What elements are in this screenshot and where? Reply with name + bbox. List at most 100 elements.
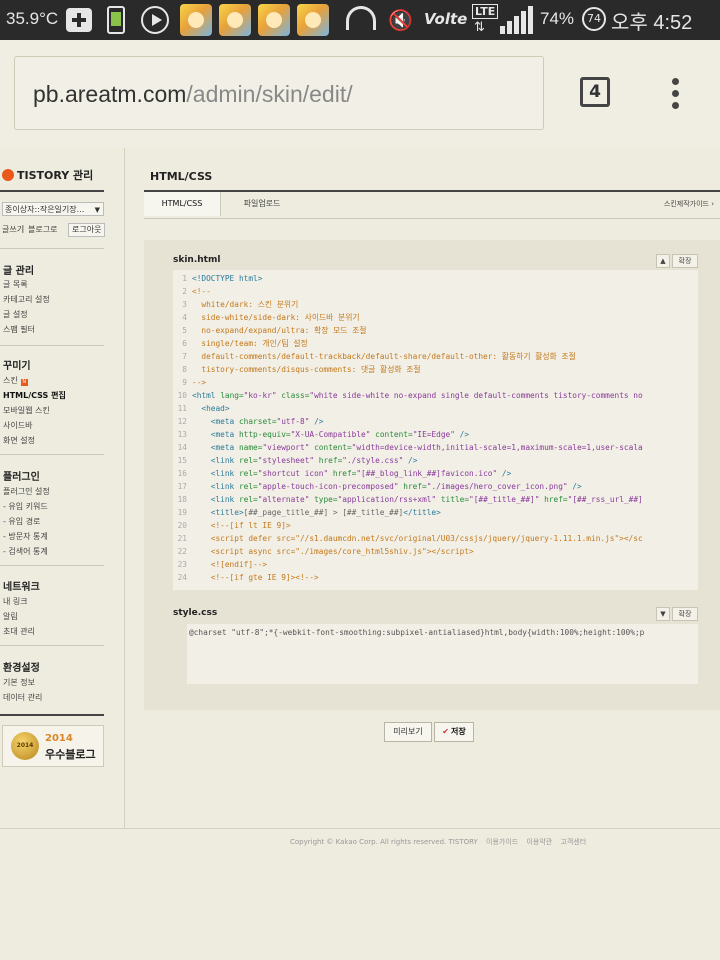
logout-button[interactable]: 로그아웃: [68, 223, 106, 237]
tistory-logo-icon: [2, 169, 14, 181]
code-line: 7 default-comments/default-trackback/def…: [182, 352, 576, 361]
blog-select-value: 종이상자::작은일기장...: [5, 205, 85, 214]
volte-text: Volte: [424, 10, 468, 28]
award-year: 2014: [45, 733, 73, 744]
nav-skin-label: 스킨: [3, 376, 18, 385]
data-arrows-icon: ⇅: [474, 20, 485, 35]
nav-invite[interactable]: 초대 관리: [3, 626, 35, 637]
tistory-admin-page: TISTORY 관리 종이상자::작은일기장... ▼ 글쓰기 | 블로그로 로그…: [0, 148, 720, 960]
expand-css-button[interactable]: 확장: [672, 607, 698, 621]
code-line: 4 side-white/side-dark: 사이드바 분위기: [182, 313, 360, 322]
nav-search-stats[interactable]: - 검색어 통계: [3, 546, 48, 557]
divider: [0, 454, 104, 455]
section-title-decorate: 꾸미기: [3, 361, 31, 372]
battery-text: 74%: [540, 9, 575, 28]
footer-link-support[interactable]: 고객센터: [560, 838, 586, 846]
blog-link[interactable]: 블로그로: [28, 224, 57, 235]
html-code-editor[interactable]: 1 <!DOCTYPE html> 2 <!-- 3 white/dark: 스킨 …: [173, 270, 698, 590]
nav-category[interactable]: 카테고리 설정: [3, 294, 50, 305]
notification-count: 74: [582, 7, 606, 31]
nav-inflow-keyword[interactable]: - 유입 키워드: [3, 501, 48, 512]
nav-sidebar[interactable]: 사이드바: [3, 420, 32, 431]
preview-button[interactable]: 미리보기: [384, 722, 432, 742]
link-divider: |: [22, 224, 25, 233]
app-icon: [180, 4, 212, 36]
nav-plugin-settings[interactable]: 플러그인 설정: [3, 486, 50, 497]
phone-icon: [107, 6, 125, 34]
app-icon: [297, 4, 329, 36]
html-file-label: skin.html: [173, 255, 221, 265]
code-line: 5 no-expand/expand/ultra: 확장 모드 조절: [182, 326, 367, 335]
expand-html-button[interactable]: 확장: [672, 254, 698, 268]
footer-link-terms[interactable]: 이용약관: [526, 838, 552, 846]
collapse-css-button[interactable]: ▼: [656, 607, 670, 621]
nav-notifications[interactable]: 알림: [3, 611, 18, 622]
page-title: HTML/CSS: [150, 170, 213, 183]
status-bar: 35.9°C 🔇 Volte LTE ⇅ 74% 74 오후 4:52: [0, 0, 720, 40]
nav-basic-info[interactable]: 기본 정보: [3, 677, 35, 688]
code-line: 8 tistory-comments/disqus-comments: 댓글 활…: [182, 365, 421, 374]
nav-my-links[interactable]: 내 링크: [3, 596, 28, 607]
divider: [0, 248, 104, 249]
tistory-logo[interactable]: TISTORY 관리: [2, 167, 93, 183]
new-badge: N: [20, 379, 28, 386]
css-file-label: style.css: [173, 608, 218, 618]
nav-spam-filter[interactable]: 스팸 필터: [3, 324, 35, 335]
code-line: 21 <script defer src="//s1.daumcdn.net/s…: [177, 534, 643, 543]
css-code-editor[interactable]: @charset "utf-8";*{-webkit-font-smoothin…: [187, 624, 698, 684]
divider: [0, 345, 104, 346]
nav-post-settings[interactable]: 글 설정: [3, 309, 28, 320]
write-link[interactable]: 글쓰기: [2, 224, 24, 235]
tab-file-upload[interactable]: 파일업로드: [236, 192, 288, 216]
code-line: 24 <!--[if gte IE 9]><!-->: [177, 573, 319, 582]
divider: [0, 565, 104, 566]
medal-icon: 2014: [11, 732, 39, 760]
collapse-html-button[interactable]: ▲: [656, 254, 670, 268]
code-line: 15 <link rel="stylesheet" href="./style.…: [177, 456, 418, 465]
section-title-network: 네트워크: [3, 582, 40, 593]
skin-guide-link[interactable]: 스킨제작가이드 ›: [664, 192, 714, 216]
blog-select[interactable]: 종이상자::작은일기장... ▼: [2, 202, 104, 216]
footer-link-guide[interactable]: 이용가이드: [486, 838, 518, 846]
add-icon: [66, 8, 92, 32]
lte-badge: LTE: [472, 4, 499, 19]
code-line: 14 <meta name="viewport" content="width=…: [177, 443, 643, 452]
nav-visitor-stats[interactable]: - 방문자 통계: [3, 531, 48, 542]
code-line: 3 white/dark: 스킨 분위기: [182, 300, 299, 309]
divider: [0, 190, 104, 192]
url-text[interactable]: pb.areatm.com/admin/skin/edit/: [33, 81, 353, 108]
footer-copyright: Copyright © Kakao Corp. All rights reser…: [290, 838, 478, 846]
code-line: 13 <meta http-equiv="X-UA-Compatible" co…: [177, 430, 470, 439]
editor-panel: skin.html ▲ 확장 1 <!DOCTYPE html> 2 <!-- 3 …: [144, 240, 720, 710]
tab-html-css[interactable]: HTML/CSS: [144, 192, 221, 216]
section-title-posts: 글 관리: [3, 266, 35, 277]
url-path: /admin/skin/edit/: [186, 81, 353, 107]
code-line: 16 <link rel="shortcut icon" href="[##_b…: [177, 469, 512, 478]
divider: [0, 645, 104, 646]
more-vert-icon[interactable]: [672, 78, 682, 110]
footer: Copyright © Kakao Corp. All rights reser…: [290, 837, 592, 847]
award-text: 우수블로그: [45, 748, 96, 761]
nav-post-list[interactable]: 글 목록: [3, 279, 28, 290]
medal-text: 2014: [16, 742, 34, 749]
nav-mobile-skin[interactable]: 모바일웹 스킨: [3, 405, 50, 416]
code-line: 23 <![endif]-->: [177, 560, 268, 569]
save-button[interactable]: ✔ 저장: [434, 722, 474, 742]
code-line: 2 <!--: [182, 287, 211, 296]
code-line: 18 <link rel="alternate" type="applicati…: [177, 495, 643, 504]
tab-switcher-button[interactable]: 4: [580, 77, 610, 107]
nav-inflow-path[interactable]: - 유입 경로: [3, 516, 40, 527]
css-code: @charset "utf-8";*{-webkit-font-smoothin…: [189, 628, 645, 637]
nav-skin[interactable]: 스킨 N: [3, 375, 28, 386]
address-bar[interactable]: pb.areatm.com/admin/skin/edit/: [14, 56, 544, 130]
mute-icon: 🔇: [388, 8, 413, 32]
nav-data-management[interactable]: 데이터 관리: [3, 692, 42, 703]
code-line: 20 <!--[if lt IE 9]>: [177, 521, 291, 530]
headset-icon: [346, 6, 376, 30]
nav-html-css[interactable]: HTML/CSS 편집: [3, 390, 66, 401]
app-icon: [219, 4, 251, 36]
nav-display-settings[interactable]: 화면 설정: [3, 435, 35, 446]
code-line: 10 <html lang="ko-kr" class="white side-w…: [177, 391, 643, 400]
check-icon: ✔: [442, 727, 449, 736]
code-line: 12 <meta charset="utf-8" />: [177, 417, 324, 426]
